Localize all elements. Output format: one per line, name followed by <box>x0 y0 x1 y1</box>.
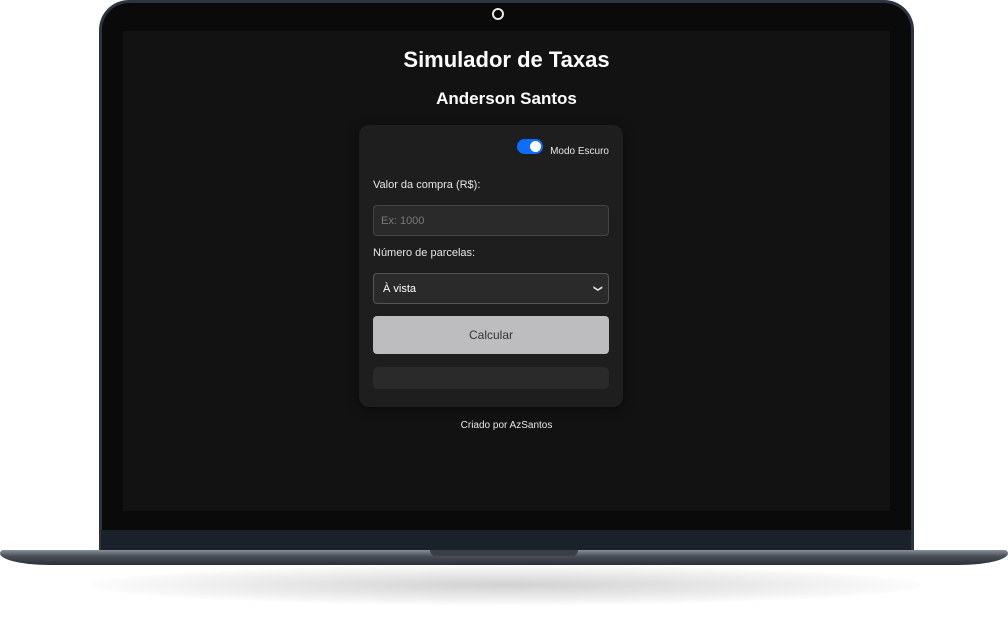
dark-mode-toggle-row: Modo Escuro <box>517 139 609 157</box>
laptop-chin <box>101 530 911 552</box>
simulator-card: Modo Escuro Valor da compra (R$): Número… <box>359 125 623 407</box>
calculate-button[interactable]: Calcular <box>373 316 609 354</box>
camera-icon <box>492 8 504 20</box>
valor-label: Valor da compra (R$): <box>373 179 481 191</box>
page-title: Simulador de Taxas <box>403 47 610 72</box>
result-box <box>373 367 609 389</box>
app-screen: Simulador de Taxas Anderson Santos Modo … <box>123 31 890 511</box>
parcelas-selected-value: À vista <box>383 282 417 295</box>
page-subtitle: Anderson Santos <box>436 89 577 108</box>
toggle-knob <box>530 141 542 152</box>
parcelas-label: Número de parcelas: <box>373 247 476 259</box>
dark-mode-toggle[interactable] <box>517 139 544 154</box>
chevron-down-icon: ❯ <box>593 284 604 293</box>
parcelas-select[interactable]: À vista ❯ <box>373 273 609 304</box>
valor-input[interactable] <box>373 205 609 236</box>
footer-credit: Criado por AzSantos <box>460 420 553 431</box>
laptop-shadow <box>90 565 920 605</box>
laptop-notch <box>430 550 578 556</box>
laptop-mockup: Simulador de Taxas Anderson Santos Modo … <box>0 0 1008 623</box>
dark-mode-label: Modo Escuro <box>550 146 609 157</box>
